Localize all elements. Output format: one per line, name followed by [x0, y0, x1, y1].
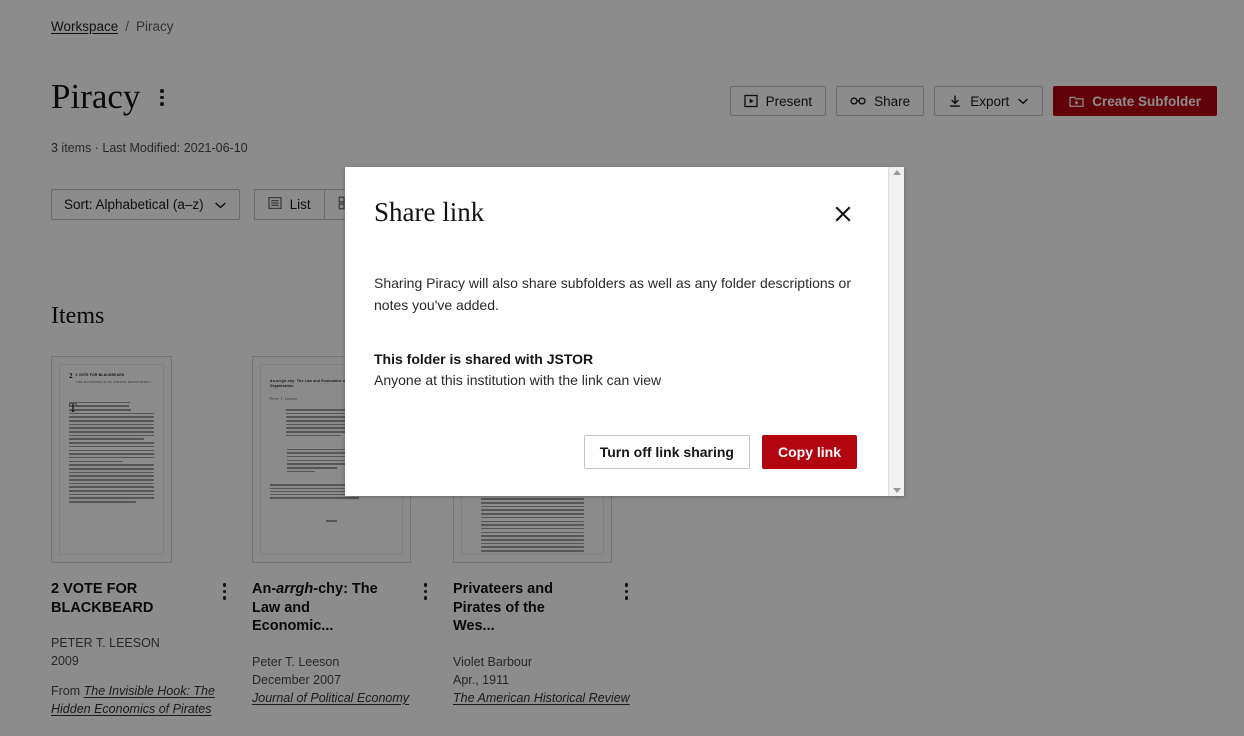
scrollbar-track[interactable]	[889, 175, 904, 488]
modal-header: Share link	[374, 197, 857, 228]
workspace-folder-page: Workspace / Piracy Piracy 3 items · Last…	[0, 0, 1244, 736]
share-status-title: This folder is shared with JSTOR	[374, 351, 594, 368]
modal-description: Sharing Piracy will also share subfolder…	[374, 275, 851, 313]
modal-share-status: This folder is shared with JSTOR Anyone …	[374, 349, 857, 391]
copy-link-button[interactable]: Copy link	[761, 435, 857, 469]
share-link-modal: Share link Sharing Piracy will also shar…	[345, 167, 904, 496]
modal-scrollbar[interactable]	[888, 167, 904, 496]
scroll-down-arrow-icon[interactable]	[892, 488, 901, 493]
turn-off-link-sharing-button[interactable]: Turn off link sharing	[583, 435, 750, 469]
share-status-subtitle: Anyone at this institution with the link…	[374, 372, 662, 389]
modal-title: Share link	[374, 197, 485, 227]
modal-body: Share link Sharing Piracy will also shar…	[345, 167, 888, 496]
close-icon[interactable]	[829, 200, 857, 228]
modal-actions: Turn off link sharing Copy link	[583, 435, 857, 469]
